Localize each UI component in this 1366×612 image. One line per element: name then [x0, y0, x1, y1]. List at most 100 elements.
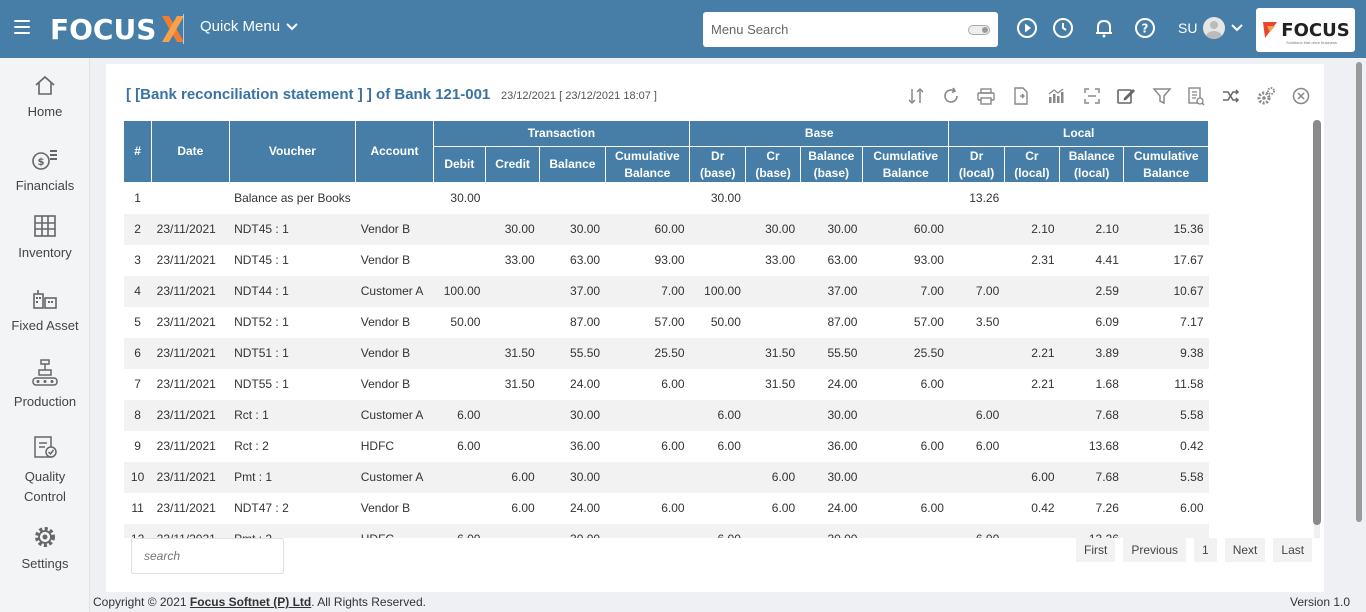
cell-num: 5	[123, 306, 152, 338]
cell-num: 12	[123, 523, 152, 538]
cell-balance-local: 13.26	[1059, 523, 1124, 538]
chart-icon[interactable]	[1046, 86, 1066, 106]
table-row[interactable]: 11 23/11/2021 NDT47 : 2 Vendor B 6.00 24.00 6.…	[123, 492, 1209, 524]
cell-num: 7	[123, 368, 152, 400]
table-row[interactable]: 3 23/11/2021 NDT45 : 1 Vendor B 33.00 63.00 93…	[123, 244, 1209, 276]
col-header-balance[interactable]: Balance	[539, 146, 606, 183]
col-header-debit[interactable]: Debit	[432, 146, 486, 183]
table-row[interactable]: 1 Balance as per Books 30.00 30.00 13.26	[123, 182, 1209, 214]
table-row[interactable]: 1223/11/2021Pmt : 2HDFC6.0030.006.0030.0…	[123, 523, 1209, 538]
cell-dr-base: 30.00	[689, 182, 746, 214]
sort-icon[interactable]	[906, 86, 926, 106]
cell-dr-base	[689, 337, 746, 369]
cell-account: Vendor B	[355, 337, 434, 369]
avatar[interactable]	[1203, 17, 1225, 39]
col-header-balance-local[interactable]: Balance (local)	[1059, 146, 1125, 183]
table-scrollbar[interactable]	[1312, 120, 1322, 538]
col-header-num[interactable]: #	[123, 120, 153, 183]
cell-credit: 30.00	[485, 213, 540, 245]
col-header-cumulative-balance[interactable]: Cumulative Balance	[604, 146, 691, 183]
col-header-balance-base[interactable]: Balance (base)	[799, 146, 863, 183]
table-row[interactable]: 8 23/11/2021 Rct : 1 Customer A 6.00 30.00 6.0…	[123, 399, 1209, 431]
play-icon[interactable]	[1016, 17, 1038, 39]
report-table-container[interactable]: # Date Voucher Account Transaction Base …	[123, 120, 1210, 538]
cell-date: 23/11/2021	[151, 399, 230, 431]
col-header-dr-base[interactable]: Dr (base)	[689, 146, 747, 183]
menu-search-input[interactable]	[711, 22, 951, 37]
group-header-local: Local	[948, 120, 1209, 147]
sidebar-item-home[interactable]: Home	[0, 74, 90, 119]
cell-balance-local: 7.68	[1059, 399, 1124, 431]
table-row[interactable]: 4 23/11/2021 NDT44 : 1 Customer A 100.00 37.0…	[123, 275, 1209, 307]
search-toggle[interactable]	[968, 25, 990, 35]
table-search-input[interactable]	[144, 549, 274, 563]
pager-page-number[interactable]: 1	[1194, 538, 1217, 562]
menu-search-box[interactable]	[703, 12, 998, 47]
filter-icon[interactable]	[1152, 86, 1172, 106]
cell-dr-base	[689, 213, 746, 245]
sidebar-item-inventory[interactable]: Inventory	[0, 213, 90, 260]
cell-balance: 24.00	[539, 492, 606, 524]
pager-first-button[interactable]: First	[1076, 538, 1116, 562]
pager-next-button[interactable]: Next	[1224, 538, 1266, 562]
cell-account: Customer A	[355, 461, 434, 493]
cell-cumulative-balance-local	[1123, 182, 1209, 214]
page-scrollbar-thumb[interactable]	[1356, 62, 1362, 522]
cell-cumulative-balance: 60.00	[605, 213, 690, 245]
user-initials[interactable]: SU	[1178, 20, 1197, 36]
col-header-cr-base[interactable]: Cr (base)	[745, 146, 801, 183]
cell-balance: 87.00	[539, 306, 606, 338]
col-header-account[interactable]: Account	[355, 120, 434, 183]
fit-icon[interactable]	[1082, 86, 1102, 106]
cell-debit	[433, 244, 486, 276]
help-icon[interactable]: ?	[1134, 17, 1156, 39]
table-row[interactable]: 9 23/11/2021 Rct : 2 HDFC 6.00 36.00 6.00 6.00 3…	[123, 430, 1209, 462]
refresh-icon[interactable]	[941, 86, 961, 106]
settings-icon[interactable]	[1256, 86, 1276, 106]
cell-cr-local: 0.42	[1004, 492, 1060, 524]
scrollbar-thumb[interactable]	[1313, 120, 1321, 525]
export-icon[interactable]	[1011, 86, 1031, 106]
sidebar-item-production[interactable]: Production	[0, 358, 90, 409]
table-row[interactable]: 5 23/11/2021 NDT52 : 1 Vendor B 50.00 87.00 57…	[123, 306, 1209, 338]
table-row[interactable]: 2 23/11/2021 NDT45 : 1 Vendor B 30.00 30.00 60…	[123, 213, 1209, 245]
chevron-down-icon	[286, 22, 298, 30]
col-header-voucher[interactable]: Voucher	[228, 120, 357, 183]
pager-previous-button[interactable]: Previous	[1123, 538, 1187, 562]
clock-icon[interactable]	[1052, 17, 1074, 39]
table-row[interactable]: 7 23/11/2021 NDT55 : 1 Vendor B 31.50 24.00 6.…	[123, 368, 1209, 400]
focus-logo[interactable]: FOCUS	[50, 12, 186, 46]
pager-last-button[interactable]: Last	[1273, 538, 1313, 562]
cell-balance: 24.00	[539, 368, 606, 400]
col-header-date[interactable]: Date	[151, 120, 230, 183]
cell-voucher: NDT47 : 2	[229, 492, 356, 524]
company-link[interactable]: Focus Softnet (P) Ltd	[190, 595, 311, 609]
col-header-credit[interactable]: Credit	[484, 146, 541, 183]
table-row[interactable]: 6 23/11/2021 NDT51 : 1 Vendor B 31.50 55.50 25…	[123, 337, 1209, 369]
table-row[interactable]: 10 23/11/2021 Pmt : 1 Customer A 6.00 30.00 6.…	[123, 461, 1209, 493]
close-icon[interactable]	[1291, 86, 1311, 106]
col-header-cumulative-balance-local[interactable]: Cumulative Balance	[1123, 146, 1209, 183]
cell-voucher: Balance as per Books	[229, 182, 356, 214]
sidebar-item-label: Fixed Asset	[11, 318, 79, 333]
print-icon[interactable]	[976, 86, 996, 106]
cell-voucher: Rct : 2	[229, 430, 356, 462]
sidebar-item-financials[interactable]: $ Financials	[0, 146, 90, 193]
edit-icon[interactable]	[1116, 86, 1136, 106]
col-header-cumulative-balance-base[interactable]: Cumulative Balance	[861, 146, 950, 183]
col-header-dr-local[interactable]: Dr (local)	[948, 146, 1005, 183]
sidebar-item-quality-control[interactable]: Quality Control	[0, 433, 90, 507]
cell-account	[355, 182, 434, 214]
user-menu-chevron-icon[interactable]	[1230, 21, 1244, 35]
shuffle-icon[interactable]	[1221, 86, 1241, 106]
bell-icon[interactable]	[1093, 17, 1115, 39]
page-scrollbar[interactable]	[1355, 62, 1363, 607]
quick-menu-dropdown[interactable]: Quick Menu	[200, 18, 298, 35]
table-search-box[interactable]	[131, 538, 284, 574]
col-header-cr-local[interactable]: Cr (local)	[1003, 146, 1061, 183]
report-icon[interactable]	[1186, 86, 1206, 106]
hamburger-menu-icon[interactable]	[14, 20, 30, 34]
sidebar-item-fixed-asset[interactable]: Fixed Asset	[0, 286, 90, 333]
cell-cumulative-balance	[605, 399, 690, 431]
sidebar-item-settings[interactable]: Settings	[0, 524, 90, 571]
